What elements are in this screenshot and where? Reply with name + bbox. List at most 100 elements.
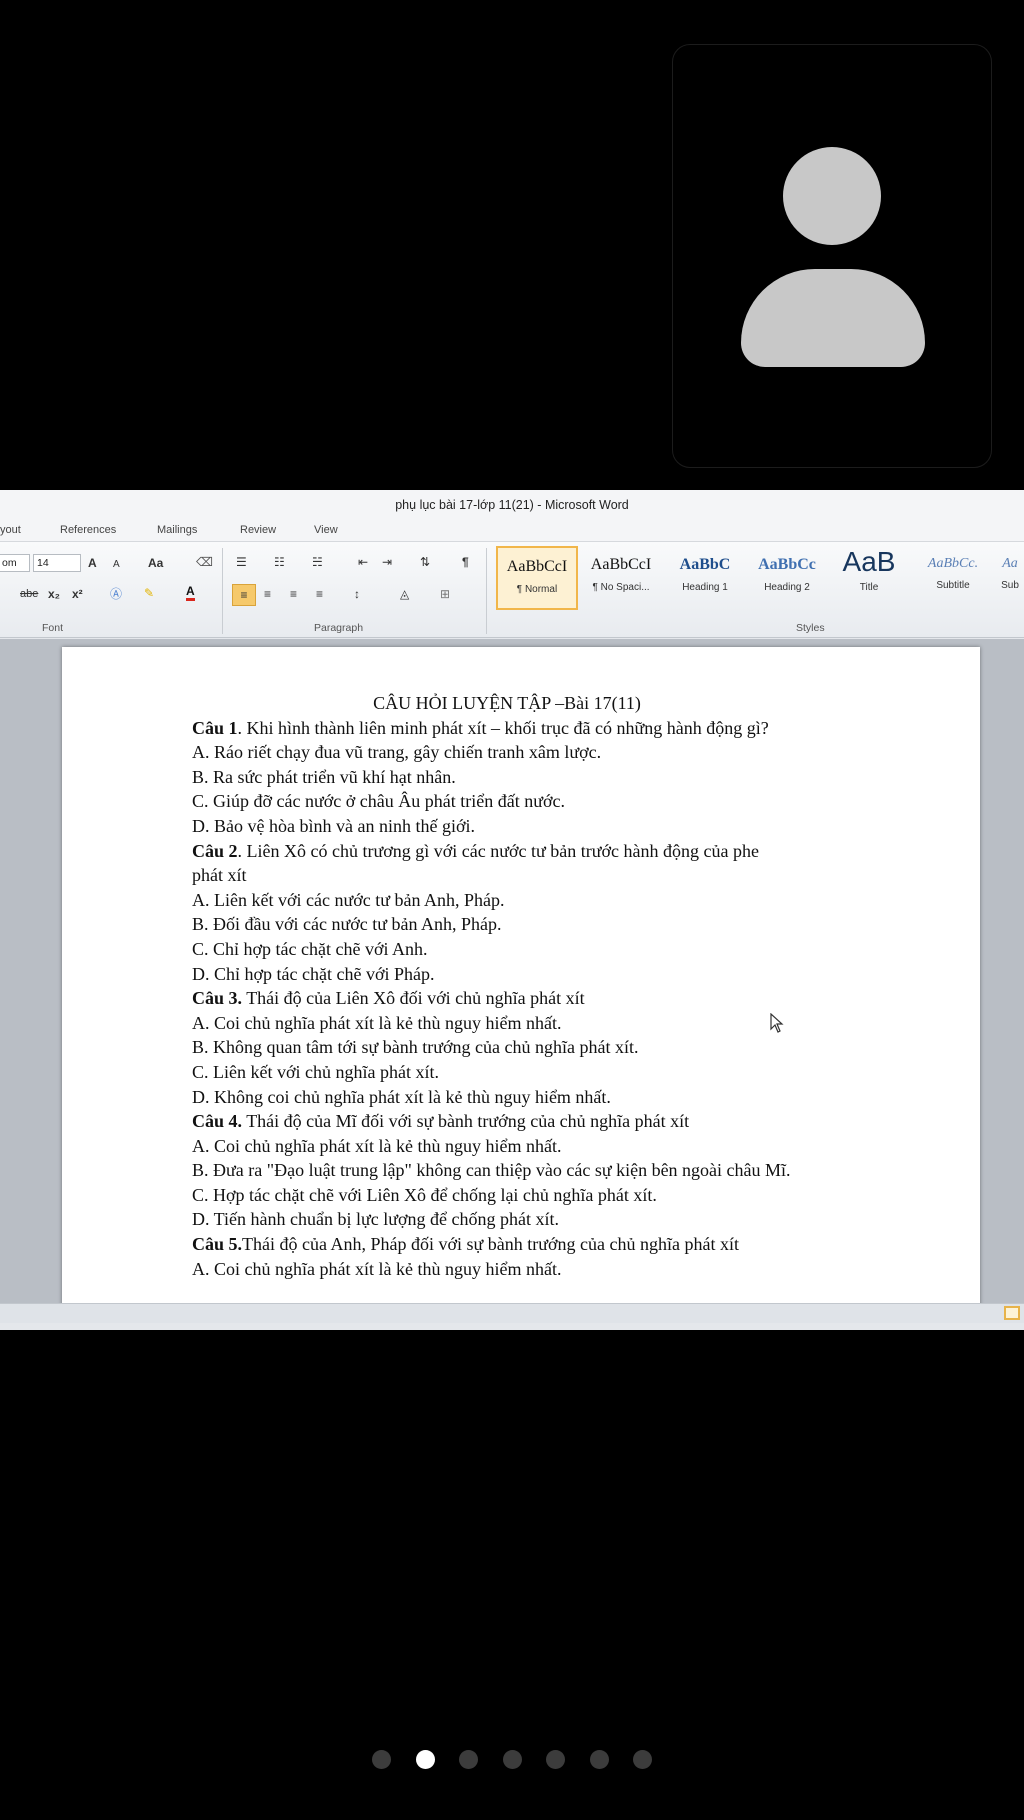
align-center-icon[interactable]: ≡ <box>264 586 271 602</box>
document-title: CÂU HỎI LUYỆN TẬP –Bài 17(11) <box>373 693 641 713</box>
style-heading-1[interactable]: AaBbC Heading 1 <box>664 546 746 610</box>
grow-font-button[interactable]: A <box>88 555 97 571</box>
line-text: A. Liên kết với các nước tư bản Anh, Phá… <box>192 889 505 910</box>
group-divider <box>222 548 223 634</box>
numbering-icon[interactable]: ☷ <box>274 554 285 570</box>
shared-screen: phụ lục bài 17-lớp 11(21) - Microsoft Wo… <box>0 490 1024 1330</box>
document-line: A. Ráo riết chạy đua vũ trang, gây chiến… <box>192 740 952 765</box>
shading-icon[interactable]: ◬ <box>400 586 409 602</box>
highlight-icon[interactable]: ✎ <box>144 585 154 601</box>
shrink-font-button[interactable]: A <box>113 557 120 573</box>
style-normal[interactable]: AaBbCcI ¶ Normal <box>496 546 578 610</box>
document-line: D. Tiến hành chuẩn bị lực lượng để chống… <box>192 1207 952 1232</box>
line-text: B. Đưa ra "Đạo luật trung lập" không can… <box>192 1160 791 1181</box>
document-line: B. Đưa ra "Đạo luật trung lập" không can… <box>192 1158 952 1183</box>
align-right-icon[interactable]: ≡ <box>290 586 297 602</box>
style-name: ¶ Normal <box>516 584 558 595</box>
tab-layout[interactable]: yout <box>0 524 21 536</box>
borders-icon[interactable]: ⊞ <box>440 586 450 602</box>
document-line: Câu 2. Liên Xô có chủ trương gì với các … <box>192 839 952 864</box>
style-name: Title <box>859 582 879 593</box>
document-line: Câu 5.Thái độ của Anh, Pháp đối với sự b… <box>192 1232 952 1257</box>
line-text: C. Hợp tác chặt chẽ với Liên Xô để chống… <box>192 1184 657 1205</box>
justify-icon[interactable]: ≡ <box>316 586 323 602</box>
line-text: A. Coi chủ nghĩa phát xít là kẻ thù nguy… <box>192 1012 562 1033</box>
show-marks-button[interactable]: ¶ <box>462 554 469 570</box>
person-icon-body <box>741 269 925 367</box>
style-name: Sub <box>1001 580 1019 591</box>
document-line: Câu 1. Khi hình thành liên minh phát xít… <box>192 716 952 741</box>
document-lines: Câu 1. Khi hình thành liên minh phát xít… <box>192 716 952 1282</box>
superscript-button[interactable]: x² <box>72 586 83 602</box>
decrease-indent-icon[interactable]: ⇤ <box>358 554 368 570</box>
question-label: Câu 1 <box>192 717 238 738</box>
document-line: D. Chỉ hợp tác chặt chẽ với Pháp. <box>192 962 952 987</box>
line-text: B. Không quan tâm tới sự bành trướng của… <box>192 1037 639 1058</box>
style-no-spacing[interactable]: AaBbCcI ¶ No Spaci... <box>580 546 662 610</box>
document-line: A. Coi chủ nghĩa phát xít là kẻ thù nguy… <box>192 1011 952 1036</box>
tab-mailings[interactable]: Mailings <box>157 524 197 536</box>
document-line: A. Liên kết với các nước tư bản Anh, Phá… <box>192 888 952 913</box>
font-color-button[interactable]: A <box>186 585 195 601</box>
document-line: Câu 3. Thái độ của Liên Xô đối với chủ n… <box>192 986 952 1011</box>
document-page[interactable]: CÂU HỎI LUYỆN TẬP –Bài 17(11) Câu 1. Khi… <box>62 647 980 1303</box>
window-title: phụ lục bài 17-lớp 11(21) - Microsoft Wo… <box>0 490 1024 520</box>
document-line: C. Chỉ hợp tác chặt chẽ với Anh. <box>192 937 952 962</box>
text-effects-icon[interactable]: Ⓐ <box>110 586 122 602</box>
style-subtle[interactable]: Aa Sub <box>996 546 1024 610</box>
group-label-paragraph: Paragraph <box>314 622 364 634</box>
style-subtitle[interactable]: AaBbCc. Subtitle <box>912 546 994 610</box>
tab-view[interactable]: View <box>314 524 338 536</box>
change-case-button[interactable]: Aa <box>148 555 163 571</box>
document-line: C. Giúp đỡ các nước ở châu Âu phát triển… <box>192 789 952 814</box>
line-text: B. Ra sức phát triển vũ khí hạt nhân. <box>192 766 456 787</box>
document-line: Câu 4. Thái độ của Mĩ đối với sự bành tr… <box>192 1109 952 1134</box>
group-label-styles: Styles <box>796 622 825 634</box>
document-line: B. Ra sức phát triển vũ khí hạt nhân. <box>192 765 952 790</box>
sort-icon[interactable]: ⇅ <box>420 554 430 570</box>
page-dot[interactable] <box>502 1750 522 1769</box>
page-dot[interactable] <box>372 1750 391 1769</box>
question-label: Câu 4. <box>192 1111 243 1132</box>
page-dot[interactable] <box>546 1750 565 1769</box>
document-line: D. Bảo vệ hòa bình và an ninh thế giới. <box>192 814 952 839</box>
document-text: CÂU HỎI LUYỆN TẬP –Bài 17(11) Câu 1. Khi… <box>192 691 952 1281</box>
tab-references[interactable]: References <box>60 524 116 536</box>
multilevel-list-icon[interactable]: ☵ <box>312 554 323 570</box>
line-text: A. Coi chủ nghĩa phát xít là kẻ thù nguy… <box>192 1135 562 1156</box>
clear-format-icon[interactable]: ⌫ <box>196 554 213 570</box>
group-divider <box>486 548 487 634</box>
page-dot[interactable] <box>589 1750 609 1769</box>
document-area[interactable]: CÂU HỎI LUYỆN TẬP –Bài 17(11) Câu 1. Khi… <box>0 639 1024 1303</box>
page-indicator <box>0 1748 1024 1770</box>
font-size-box[interactable]: 14 <box>33 554 81 572</box>
increase-indent-icon[interactable]: ⇥ <box>382 554 392 570</box>
style-sample: AaB <box>842 546 896 577</box>
question-label: Câu 5. <box>192 1234 243 1255</box>
question-label: Câu 2 <box>192 840 238 861</box>
tab-review[interactable]: Review <box>240 524 276 536</box>
style-name: Heading 1 <box>682 582 728 593</box>
align-left-icon[interactable]: ≡ <box>232 584 256 606</box>
style-heading-2[interactable]: AaBbCc Heading 2 <box>746 546 828 610</box>
participant-tile[interactable] <box>672 44 992 468</box>
line-spacing-icon[interactable]: ↕ <box>354 586 360 602</box>
style-name: Heading 2 <box>764 582 810 593</box>
page-dot[interactable] <box>633 1750 652 1769</box>
layout-view-icon[interactable] <box>1004 1306 1020 1320</box>
style-sample: AaBbCcI <box>506 558 568 575</box>
status-bar <box>0 1303 1024 1323</box>
line-text: C. Liên kết với chủ nghĩa phát xít. <box>192 1061 439 1082</box>
subscript-button[interactable]: x₂ <box>48 586 60 602</box>
line-text: Thái độ của Mĩ đối với sự bành trướng củ… <box>242 1111 690 1132</box>
line-text: . Liên Xô có chủ trương gì với các nước … <box>237 840 759 861</box>
page-dot[interactable] <box>459 1750 478 1769</box>
bullets-icon[interactable]: ☰ <box>236 554 247 570</box>
line-text: D. Chỉ hợp tác chặt chẽ với Pháp. <box>192 963 435 984</box>
page-dot[interactable] <box>415 1750 435 1769</box>
style-title[interactable]: AaB Title <box>828 546 910 610</box>
font-name-box[interactable]: om <box>0 554 30 572</box>
line-text: A. Ráo riết chạy đua vũ trang, gây chiến… <box>192 742 602 763</box>
strikethrough-button[interactable]: abe <box>20 586 38 602</box>
line-text: . Khi hình thành liên minh phát xít – kh… <box>237 717 769 738</box>
